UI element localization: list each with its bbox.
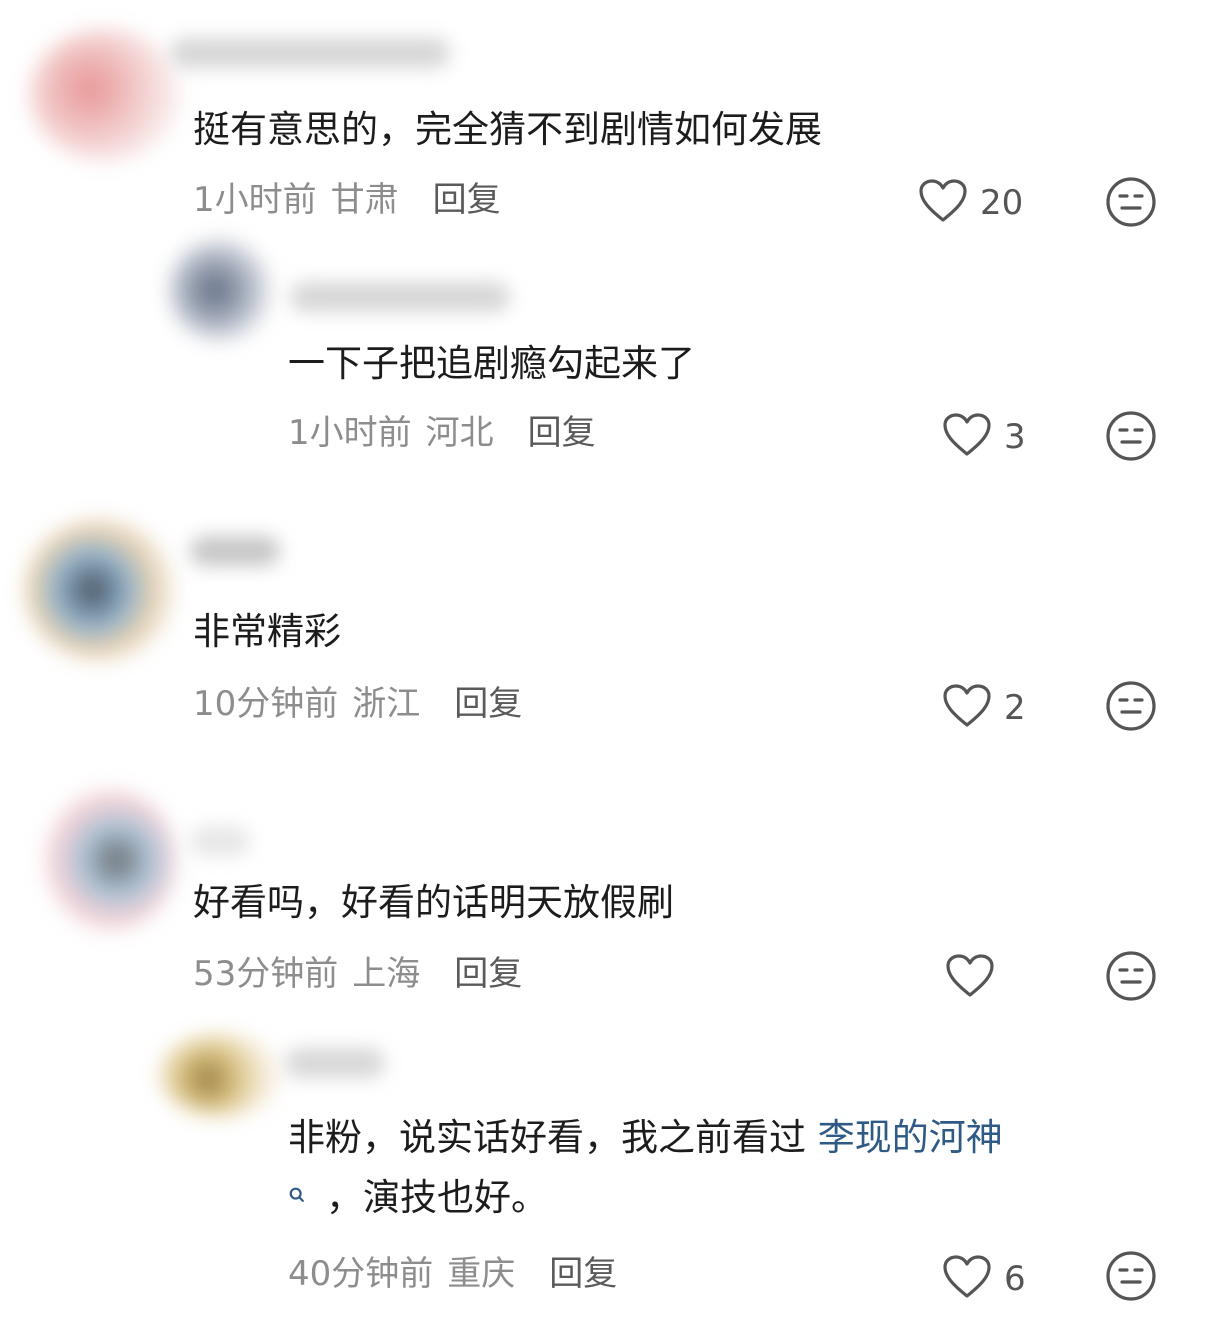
meh-face-icon xyxy=(1106,177,1156,227)
dislike-button[interactable] xyxy=(1105,950,1157,1002)
username[interactable] xyxy=(290,282,510,312)
like-button[interactable]: 6 xyxy=(942,1254,1026,1304)
comment-text-line2: ，演技也好。 xyxy=(288,1172,548,1224)
reply-button[interactable]: 回复 xyxy=(454,954,522,994)
like-count: 6 xyxy=(1004,1259,1026,1299)
username[interactable] xyxy=(190,826,250,856)
heart-outline-icon xyxy=(918,178,968,228)
dislike-button[interactable] xyxy=(1105,1250,1157,1302)
comment-meta: 40分钟前 重庆 回复 xyxy=(288,1254,617,1294)
search-icon[interactable] xyxy=(288,1172,318,1224)
comment-location: 重庆 xyxy=(447,1254,516,1294)
comment-text: 好看吗，好看的话明天放假刷 xyxy=(193,881,674,924)
avatar[interactable] xyxy=(160,1035,280,1115)
comment-location: 河北 xyxy=(425,413,494,453)
dislike-button[interactable] xyxy=(1105,176,1157,228)
comment-text: 挺有意思的，完全猜不到剧情如何发展 xyxy=(193,108,822,151)
heart-outline-icon xyxy=(942,1254,992,1304)
dislike-button[interactable] xyxy=(1105,410,1157,462)
like-count: 20 xyxy=(980,183,1024,223)
reply-button[interactable]: 回复 xyxy=(454,684,522,724)
username[interactable] xyxy=(170,38,450,68)
comment-time: 40分钟前 xyxy=(288,1254,434,1294)
dislike-button[interactable] xyxy=(1105,680,1157,732)
comment-text: 一下子把追剧瘾勾起来了 xyxy=(288,342,695,385)
meh-face-icon xyxy=(1106,411,1156,461)
reply-button[interactable]: 回复 xyxy=(433,180,501,220)
topic-link[interactable]: 李现的河神 xyxy=(818,1116,1003,1159)
comment-time: 53分钟前 xyxy=(193,954,339,994)
like-button[interactable] xyxy=(945,953,1007,1003)
like-button[interactable]: 20 xyxy=(918,178,1023,228)
heart-outline-icon xyxy=(942,412,992,462)
heart-outline-icon xyxy=(942,683,992,733)
comment-time: 1小时前 xyxy=(288,413,412,453)
comment-time: 1小时前 xyxy=(193,180,317,220)
avatar[interactable] xyxy=(170,240,270,340)
comment-meta: 53分钟前 上海 回复 xyxy=(193,954,522,994)
avatar[interactable] xyxy=(25,520,175,660)
heart-outline-icon xyxy=(945,953,995,1003)
like-button[interactable]: 2 xyxy=(942,683,1026,733)
like-button[interactable]: 3 xyxy=(942,412,1026,462)
reply-button[interactable]: 回复 xyxy=(549,1254,617,1294)
avatar[interactable] xyxy=(30,30,180,160)
comment-meta: 1小时前 河北 回复 xyxy=(288,413,596,453)
username[interactable] xyxy=(285,1048,385,1078)
comment-location: 浙江 xyxy=(352,684,421,724)
reply-button[interactable]: 回复 xyxy=(528,413,596,453)
comment-location: 甘肃 xyxy=(330,180,399,220)
comment-text-part: ，演技也好。 xyxy=(326,1176,548,1219)
comment-text: 非常精彩 xyxy=(193,610,341,653)
username[interactable] xyxy=(190,536,280,566)
like-count: 2 xyxy=(1004,688,1026,728)
meh-face-icon xyxy=(1106,1251,1156,1301)
meh-face-icon xyxy=(1106,681,1156,731)
comment-location: 上海 xyxy=(352,954,421,994)
comment-meta: 1小时前 甘肃 回复 xyxy=(193,180,501,220)
comment-text: 非粉，说实话好看，我之前看过 李现的河神 xyxy=(288,1112,1003,1164)
comment-meta: 10分钟前 浙江 回复 xyxy=(193,684,522,724)
comment-text-part: 非粉，说实话好看，我之前看过 xyxy=(288,1116,818,1159)
comment-time: 10分钟前 xyxy=(193,684,339,724)
meh-face-icon xyxy=(1106,951,1156,1001)
like-count: 3 xyxy=(1004,417,1026,457)
avatar[interactable] xyxy=(45,790,175,930)
